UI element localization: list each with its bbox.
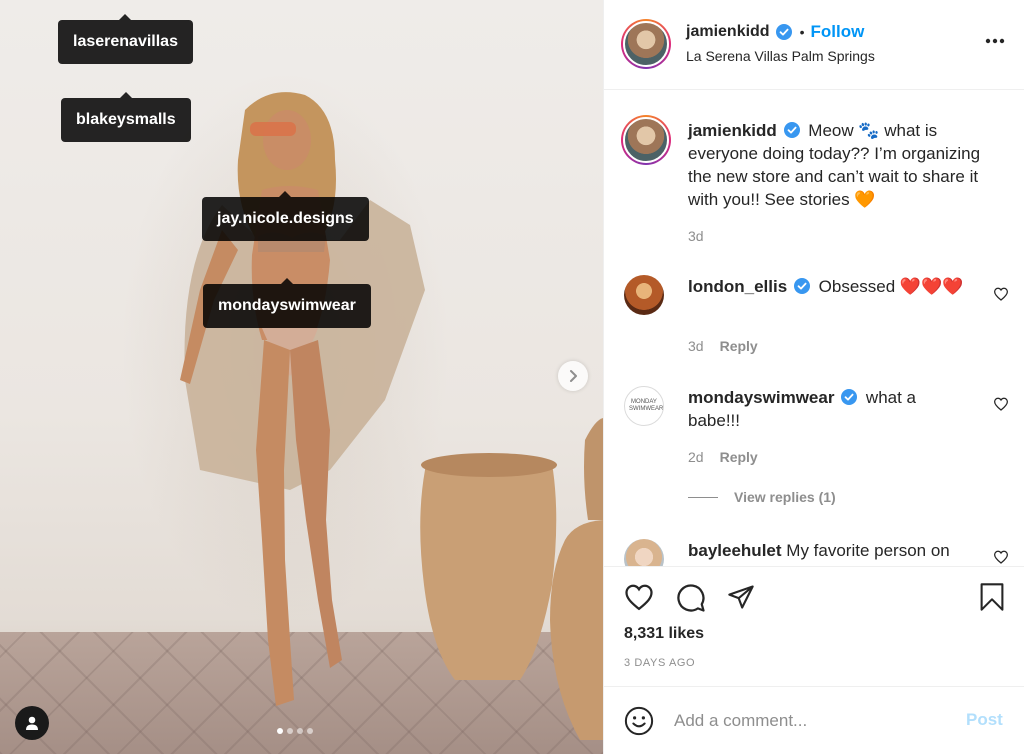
caption-time[interactable]: 3d: [688, 228, 704, 244]
carousel-indicator: [277, 728, 313, 734]
heart-icon[interactable]: [993, 287, 1009, 301]
carousel-dot: [297, 728, 303, 734]
comment-text-block: london_ellis Obsessed ❤️❤️❤️: [688, 275, 968, 298]
more-horizontal-icon[interactable]: [985, 38, 1005, 44]
comment-text: My favorite person on: [786, 541, 950, 560]
user-tag[interactable]: jay.nicole.designs: [202, 191, 369, 241]
verified-badge-icon: [775, 24, 792, 40]
comment-username[interactable]: london_ellis: [688, 277, 787, 296]
person-icon: [26, 716, 38, 730]
post-header: jamienkidd • Follow La Serena Villas Pal…: [604, 0, 1024, 90]
comment-input[interactable]: [674, 709, 944, 733]
carousel-dot-active: [277, 728, 283, 734]
reply-button[interactable]: Reply: [720, 338, 758, 354]
user-tag[interactable]: blakeysmalls: [61, 92, 191, 142]
carousel-dot: [307, 728, 313, 734]
tagged-users-button[interactable]: [15, 706, 49, 740]
view-replies-label: View replies (1): [734, 489, 836, 505]
head: [263, 110, 311, 170]
post-date: 3 DAYS AGO: [624, 657, 696, 669]
comment-text-block: bayleehulet My favorite person on: [688, 539, 978, 562]
verified-badge-icon: [783, 122, 800, 138]
replies-divider: [688, 496, 718, 498]
comment-meta: 3d Reply: [688, 338, 758, 354]
post-side-panel: jamienkidd • Follow La Serena Villas Pal…: [603, 0, 1024, 754]
author-row: jamienkidd • Follow: [686, 22, 864, 42]
back-pot: [584, 418, 603, 520]
user-tag[interactable]: mondayswimwear: [203, 278, 371, 328]
sunglasses: [250, 122, 296, 136]
chevron-right-icon: [570, 370, 577, 382]
instagram-post-view: laserenavillas blakeysmalls jay.nicole.d…: [0, 0, 1024, 754]
follow-separator: •: [799, 24, 805, 40]
post-photo[interactable]: laserenavillas blakeysmalls jay.nicole.d…: [0, 0, 603, 754]
post-actions: 8,331 likes 3 DAYS AGO: [604, 566, 1024, 686]
user-tag[interactable]: laserenavillas: [58, 14, 193, 64]
author-username[interactable]: jamienkidd: [686, 23, 770, 41]
heart-icon[interactable]: [993, 550, 1009, 564]
author-avatar[interactable]: [621, 19, 671, 69]
comment-composer: Post: [604, 686, 1024, 754]
comment-username[interactable]: mondayswimwear: [688, 388, 834, 407]
bookmark-icon[interactable]: [978, 582, 1006, 612]
post-comment-button[interactable]: Post: [966, 710, 1003, 730]
caption-username[interactable]: jamienkidd: [688, 121, 777, 140]
carousel-dot: [287, 728, 293, 734]
commenter-avatar[interactable]: MONDAY SWIMWEAR: [624, 386, 664, 426]
comment-username[interactable]: bayleehulet: [688, 541, 782, 560]
verified-badge-icon: [793, 278, 810, 294]
comment-icon[interactable]: [676, 583, 706, 613]
commenter-avatar[interactable]: [624, 275, 664, 315]
commenter-avatar[interactable]: [624, 539, 664, 566]
heart-icon[interactable]: [624, 583, 654, 611]
right-pot: [550, 520, 603, 740]
large-pot-rim: [421, 453, 557, 477]
post-location[interactable]: La Serena Villas Palm Springs: [686, 48, 875, 64]
smiley-icon[interactable]: [624, 706, 654, 736]
comment-meta: 2d Reply: [688, 449, 758, 465]
heart-icon[interactable]: [993, 397, 1009, 411]
view-replies-button[interactable]: View replies (1): [688, 489, 836, 505]
next-photo-button[interactable]: [558, 361, 588, 391]
follow-button[interactable]: Follow: [810, 22, 864, 42]
reply-button[interactable]: Reply: [720, 449, 758, 465]
avatar-logo-text: MONDAY SWIMWEAR: [629, 399, 664, 412]
caption-avatar[interactable]: [621, 115, 671, 165]
comment-time[interactable]: 2d: [688, 449, 704, 465]
share-icon[interactable]: [726, 583, 756, 611]
verified-badge-icon: [841, 389, 858, 405]
caption-text-block: jamienkidd Meow 🐾 what is everyone doing…: [688, 119, 1008, 211]
large-pot: [420, 455, 557, 680]
comments-list[interactable]: jamienkidd Meow 🐾 what is everyone doing…: [604, 91, 1024, 566]
comment-time[interactable]: 3d: [688, 338, 704, 354]
comment-text-block: mondayswimwear what a babe!!!: [688, 386, 968, 432]
likes-count[interactable]: 8,331 likes: [624, 625, 704, 643]
caption-meta: 3d: [688, 228, 704, 244]
comment-text: Obsessed ❤️❤️❤️: [818, 277, 964, 296]
